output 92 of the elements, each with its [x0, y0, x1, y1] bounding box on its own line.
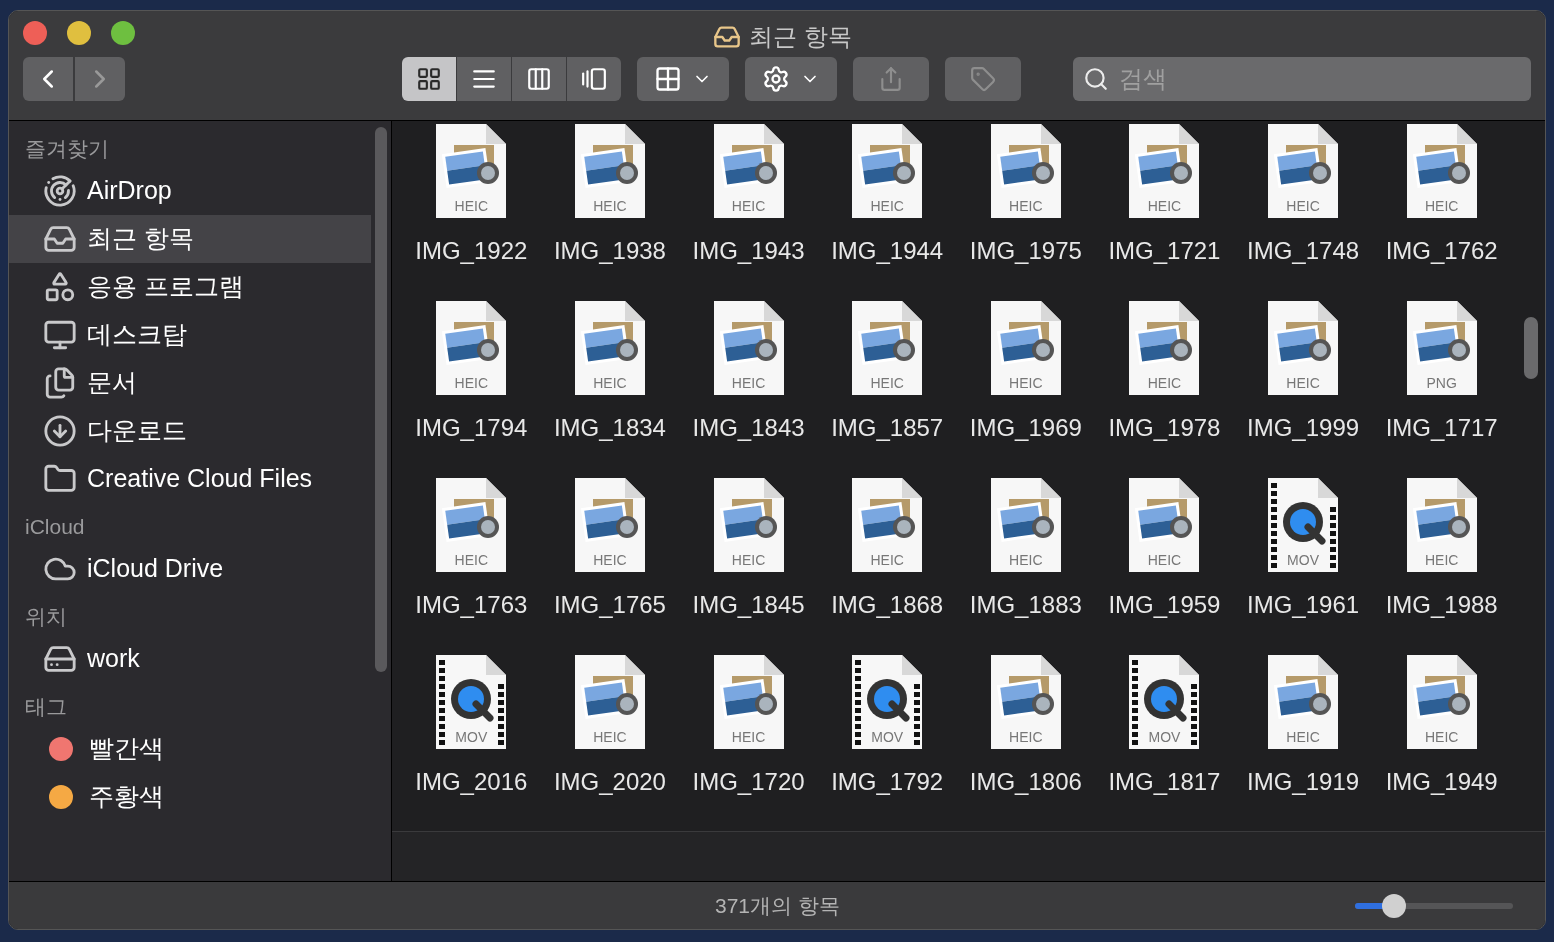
- file-type-label: HEIC: [1285, 374, 1321, 393]
- sidebar-item-label: 다운로드: [87, 415, 187, 447]
- sidebar-item-label: iCloud Drive: [87, 553, 224, 585]
- file-name[interactable]: IMG_1922: [415, 233, 528, 269]
- file-type-label: HEIC: [592, 197, 628, 216]
- file-type-label: HEIC: [869, 551, 905, 570]
- file-type-label: HEIC: [1423, 728, 1460, 747]
- file-type-label: HEIC: [1146, 374, 1183, 393]
- sidebar-item[interactable]: 주황색: [9, 773, 371, 821]
- window-title: 최근 항목: [749, 22, 852, 52]
- file-name[interactable]: IMG_1978: [1108, 410, 1221, 446]
- file-type-label: HEIC: [730, 374, 767, 393]
- file-name[interactable]: IMG_1961: [1247, 587, 1360, 623]
- sidebar-item[interactable]: 최근 항목: [9, 215, 371, 263]
- sidebar-item-label: 최근 항목: [87, 223, 194, 255]
- file-type-label: MOV: [1147, 728, 1182, 747]
- file-name[interactable]: IMG_1845: [692, 587, 805, 623]
- sidebar-item-label: 응용 프로그램: [87, 271, 244, 303]
- file-name[interactable]: IMG_1969: [969, 410, 1082, 446]
- sidebar-item[interactable]: 데스크탑: [9, 311, 371, 359]
- file-name[interactable]: IMG_1765: [553, 587, 666, 623]
- file-name[interactable]: IMG_1959: [1108, 587, 1221, 623]
- file-type-label: HEIC: [1008, 374, 1044, 393]
- file-type-label: HEIC: [730, 551, 767, 570]
- file-type-label: HEIC: [453, 374, 490, 393]
- file-name[interactable]: IMG_1949: [1385, 764, 1498, 800]
- sidebar-item-label: 빨간색: [89, 733, 164, 765]
- sidebar-heading: iCloud: [24, 514, 86, 541]
- file-type-label: HEIC: [1146, 551, 1183, 570]
- file-type-label: HEIC: [730, 197, 767, 216]
- file-type-label: HEIC: [592, 551, 628, 570]
- sidebar-heading: 즐겨찾기: [24, 136, 110, 163]
- file-type-label: HEIC: [1285, 197, 1321, 216]
- file-name[interactable]: IMG_1999: [1247, 410, 1360, 446]
- sidebar-item[interactable]: AirDrop: [9, 167, 371, 215]
- file-name[interactable]: IMG_1883: [969, 587, 1082, 623]
- sidebar-item-label: 데스크탑: [87, 319, 187, 351]
- file-type-label: HEIC: [1008, 197, 1044, 216]
- sidebar-heading: 태그: [24, 694, 68, 721]
- file-type-label: HEIC: [592, 374, 628, 393]
- file-name[interactable]: IMG_1843: [692, 410, 805, 446]
- sidebar-item-label: AirDrop: [87, 175, 172, 207]
- sidebar-heading: 위치: [24, 604, 68, 631]
- file-name[interactable]: IMG_1721: [1108, 233, 1221, 269]
- file-name[interactable]: IMG_1720: [692, 764, 805, 800]
- file-type-label: HEIC: [1423, 197, 1460, 216]
- file-type-label: HEIC: [453, 551, 490, 570]
- file-type-label: HEIC: [1423, 551, 1460, 570]
- file-name[interactable]: IMG_1938: [553, 233, 666, 269]
- file-name[interactable]: IMG_2016: [415, 764, 528, 800]
- file-type-label: MOV: [870, 728, 905, 747]
- file-type-label: HEIC: [1008, 728, 1044, 747]
- file-type-label: HEIC: [1008, 551, 1044, 570]
- file-type-label: HEIC: [1146, 197, 1183, 216]
- file-name[interactable]: IMG_1868: [831, 587, 944, 623]
- file-name[interactable]: IMG_1975: [969, 233, 1082, 269]
- sidebar-item[interactable]: 빨간색: [9, 725, 371, 773]
- file-type-label: MOV: [1286, 551, 1320, 570]
- sidebar-item[interactable]: 문서: [9, 359, 371, 407]
- file-name[interactable]: IMG_1806: [969, 764, 1082, 800]
- file-type-label: HEIC: [730, 728, 767, 747]
- file-type-label: HEIC: [869, 374, 905, 393]
- file-name[interactable]: IMG_1763: [415, 587, 528, 623]
- file-type-label: HEIC: [453, 197, 490, 216]
- sidebar-item-label: 문서: [87, 367, 137, 399]
- sidebar-item[interactable]: Creative Cloud Files: [9, 455, 371, 503]
- sidebar-item[interactable]: iCloud Drive: [9, 545, 371, 593]
- sidebar-item-label: Creative Cloud Files: [87, 463, 313, 495]
- file-name[interactable]: IMG_1834: [553, 410, 666, 446]
- file-name[interactable]: IMG_1817: [1108, 764, 1221, 800]
- sidebar-item[interactable]: work: [9, 635, 371, 683]
- file-name[interactable]: IMG_2020: [553, 764, 666, 800]
- file-name[interactable]: IMG_1792: [831, 764, 944, 800]
- sidebar-item[interactable]: 다운로드: [9, 407, 371, 455]
- sidebar-item-label: 주황색: [89, 781, 164, 813]
- file-type-label: MOV: [454, 728, 489, 747]
- file-name[interactable]: IMG_1762: [1385, 233, 1498, 269]
- item-count: 371개의 항목: [715, 892, 840, 919]
- sidebar-item-label: work: [87, 643, 140, 675]
- file-name[interactable]: IMG_1748: [1247, 233, 1360, 269]
- file-name[interactable]: IMG_1988: [1385, 587, 1498, 623]
- file-type-label: HEIC: [869, 197, 905, 216]
- file-name[interactable]: IMG_1919: [1247, 764, 1360, 800]
- file-type-label: PNG: [1425, 374, 1458, 393]
- file-type-label: HEIC: [1285, 728, 1321, 747]
- file-name[interactable]: IMG_1857: [831, 410, 944, 446]
- file-name[interactable]: IMG_1717: [1385, 410, 1498, 446]
- file-name[interactable]: IMG_1794: [415, 410, 528, 446]
- sidebar-item[interactable]: 응용 프로그램: [9, 263, 371, 311]
- file-name[interactable]: IMG_1943: [692, 233, 805, 269]
- file-type-label: HEIC: [592, 728, 628, 747]
- file-name[interactable]: IMG_1944: [831, 233, 944, 269]
